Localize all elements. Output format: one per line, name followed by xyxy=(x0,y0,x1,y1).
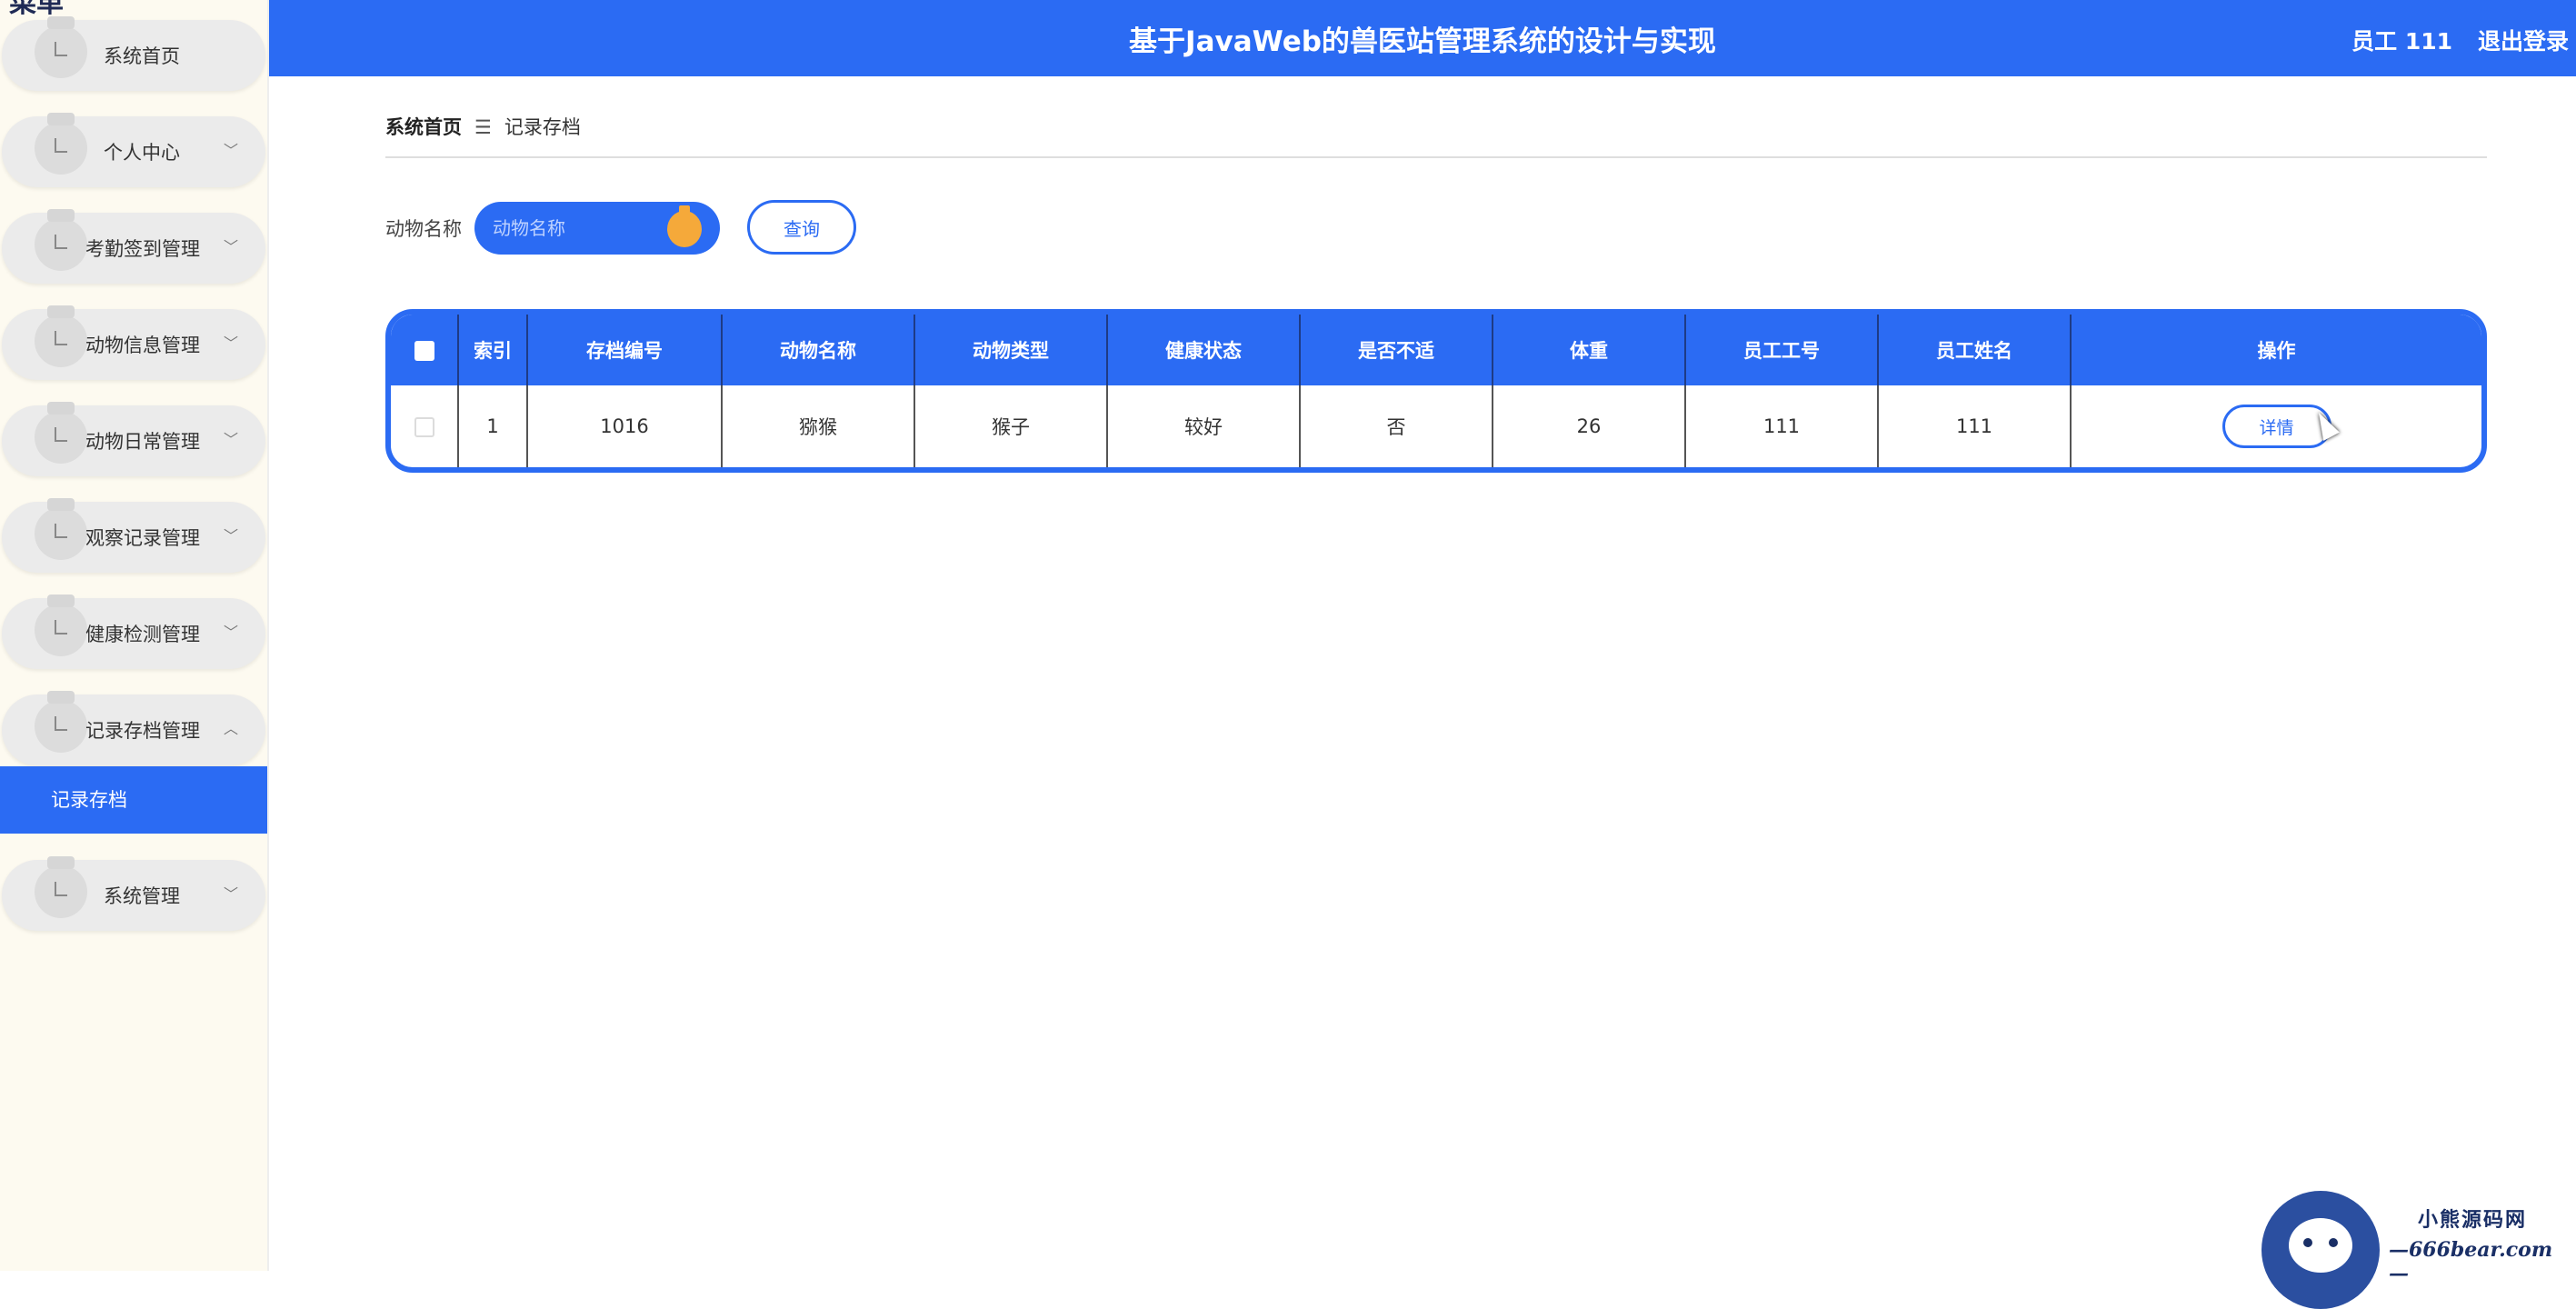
chevron-up-icon: ︿ xyxy=(223,720,238,737)
column-header: 是否不适 xyxy=(1300,315,1493,385)
column-header: 体重 xyxy=(1493,315,1686,385)
chevron-down-icon: ﹀ xyxy=(223,335,238,352)
cell-index: 1 xyxy=(458,385,528,467)
chevron-down-icon: ﹀ xyxy=(223,885,238,903)
column-header: 员工姓名 xyxy=(1878,315,2072,385)
chevron-down-icon: ﹀ xyxy=(223,238,238,255)
watermark-name: 小熊源码网 xyxy=(2418,1208,2528,1232)
sidebar-item-attendance[interactable]: 考勤签到管理 ﹀ xyxy=(2,209,265,284)
query-button[interactable]: 查询 xyxy=(747,200,856,255)
sidebar-item-label: 系统管理 xyxy=(104,885,180,907)
watermark: 小熊源码网 —666bear.com— xyxy=(2261,1191,2571,1309)
sidebar-item-system[interactable]: 系统管理 ﹀ xyxy=(2,856,265,931)
menu-icon xyxy=(35,113,87,175)
sidebar-item-home[interactable]: 系统首页 xyxy=(2,16,265,91)
sidebar-item-label: 动物信息管理 xyxy=(85,335,200,356)
column-header: 员工工号 xyxy=(1685,315,1879,385)
page-title: 基于JavaWeb的兽医站管理系统的设计与实现 xyxy=(1129,25,1716,58)
sidebar-item-label: 个人中心 xyxy=(104,142,180,164)
search-field xyxy=(474,202,720,255)
row-select-cell[interactable] xyxy=(391,385,459,467)
breadcrumb-home[interactable]: 系统首页 xyxy=(385,116,462,138)
cell-weight: 26 xyxy=(1493,385,1686,467)
sidebar-item-label: 观察记录管理 xyxy=(85,527,200,549)
sidebar-item-label: 健康检测管理 xyxy=(85,624,200,645)
sidebar-item-label: 系统首页 xyxy=(104,45,180,67)
logout-link[interactable]: 退出登录 xyxy=(2478,24,2569,56)
sidebar-item-label: 记录存档管理 xyxy=(85,720,200,742)
current-user: 员工 111 xyxy=(2351,28,2452,55)
select-all-checkbox[interactable] xyxy=(414,341,434,361)
sidebar-item-animal-info[interactable]: 动物信息管理 ﹀ xyxy=(2,305,265,380)
sidebar-item-health-check[interactable]: 健康检测管理 ﹀ xyxy=(2,595,265,669)
search-badge-icon xyxy=(667,205,702,247)
menu-icon xyxy=(35,402,87,464)
chevron-down-icon: ﹀ xyxy=(223,624,238,641)
sidebar-item-animal-daily[interactable]: 动物日常管理 ﹀ xyxy=(2,402,265,476)
chevron-down-icon: ﹀ xyxy=(223,527,238,545)
column-header: 动物名称 xyxy=(722,315,915,385)
menu-icon xyxy=(35,595,87,656)
cell-animal-name: 猕猴 xyxy=(722,385,915,467)
table-header-row: 索引 存档编号 动物名称 动物类型 健康状态 是否不适 体重 员工工号 员工姓名… xyxy=(391,315,2481,385)
column-header: 操作 xyxy=(2257,340,2296,362)
search-label: 动物名称 xyxy=(385,218,462,240)
sidebar-subitem-record-archive[interactable]: 记录存档 xyxy=(0,766,267,834)
cell-animal-type: 猴子 xyxy=(914,385,1108,467)
header: 基于JavaWeb的兽医站管理系统的设计与实现 员工 111 退出登录 xyxy=(269,0,2576,76)
sidebar: 菜单 系统首页 个人中心 ﹀ 考勤签到管理 ﹀ 动物信息管理 ﹀ 动物日常管理 … xyxy=(0,0,269,1271)
sidebar-item-label: 考勤签到管理 xyxy=(85,238,200,260)
menu-icon xyxy=(35,209,87,271)
menu-icon xyxy=(35,305,87,367)
menu-icon xyxy=(35,691,87,753)
column-header: 存档编号 xyxy=(527,315,723,385)
cell-health-status: 较好 xyxy=(1107,385,1301,467)
column-header: 索引 xyxy=(458,315,528,385)
detail-button[interactable]: 详情 xyxy=(2222,405,2331,448)
sidebar-item-record-archive[interactable]: 记录存档管理 ︿ xyxy=(2,691,265,765)
breadcrumb-separator-icon: ☰ xyxy=(474,116,492,138)
breadcrumb: 系统首页 ☰ 记录存档 xyxy=(385,113,2487,158)
menu-icon xyxy=(35,856,87,918)
column-header: 健康状态 xyxy=(1107,315,1301,385)
cell-staff-name: 111 xyxy=(1878,385,2072,467)
archive-table: 索引 存档编号 动物名称 动物类型 健康状态 是否不适 体重 员工工号 员工姓名… xyxy=(385,309,2487,473)
sidebar-item-personal-center[interactable]: 个人中心 ﹀ xyxy=(2,113,265,187)
row-checkbox[interactable] xyxy=(414,417,434,437)
cell-actions: 详情 xyxy=(2071,385,2481,467)
bear-logo-icon xyxy=(2261,1191,2380,1309)
cell-discomfort: 否 xyxy=(1300,385,1493,467)
chevron-down-icon: ﹀ xyxy=(223,431,238,448)
sidebar-item-label: 动物日常管理 xyxy=(85,431,200,453)
cell-staff-no: 111 xyxy=(1685,385,1879,467)
select-all-header[interactable] xyxy=(391,315,459,385)
breadcrumb-current: 记录存档 xyxy=(504,116,581,138)
column-header: 动物类型 xyxy=(914,315,1108,385)
chevron-down-icon: ﹀ xyxy=(223,142,238,159)
table-row: 1 1016 猕猴 猴子 较好 否 26 111 111 详情 xyxy=(391,385,2481,467)
menu-icon xyxy=(35,16,87,78)
cell-archive-no: 1016 xyxy=(527,385,723,467)
search-input[interactable] xyxy=(491,202,673,255)
watermark-url: —666bear.com— xyxy=(2389,1238,2553,1285)
menu-icon xyxy=(35,498,87,560)
sidebar-item-observation[interactable]: 观察记录管理 ﹀ xyxy=(2,498,265,573)
